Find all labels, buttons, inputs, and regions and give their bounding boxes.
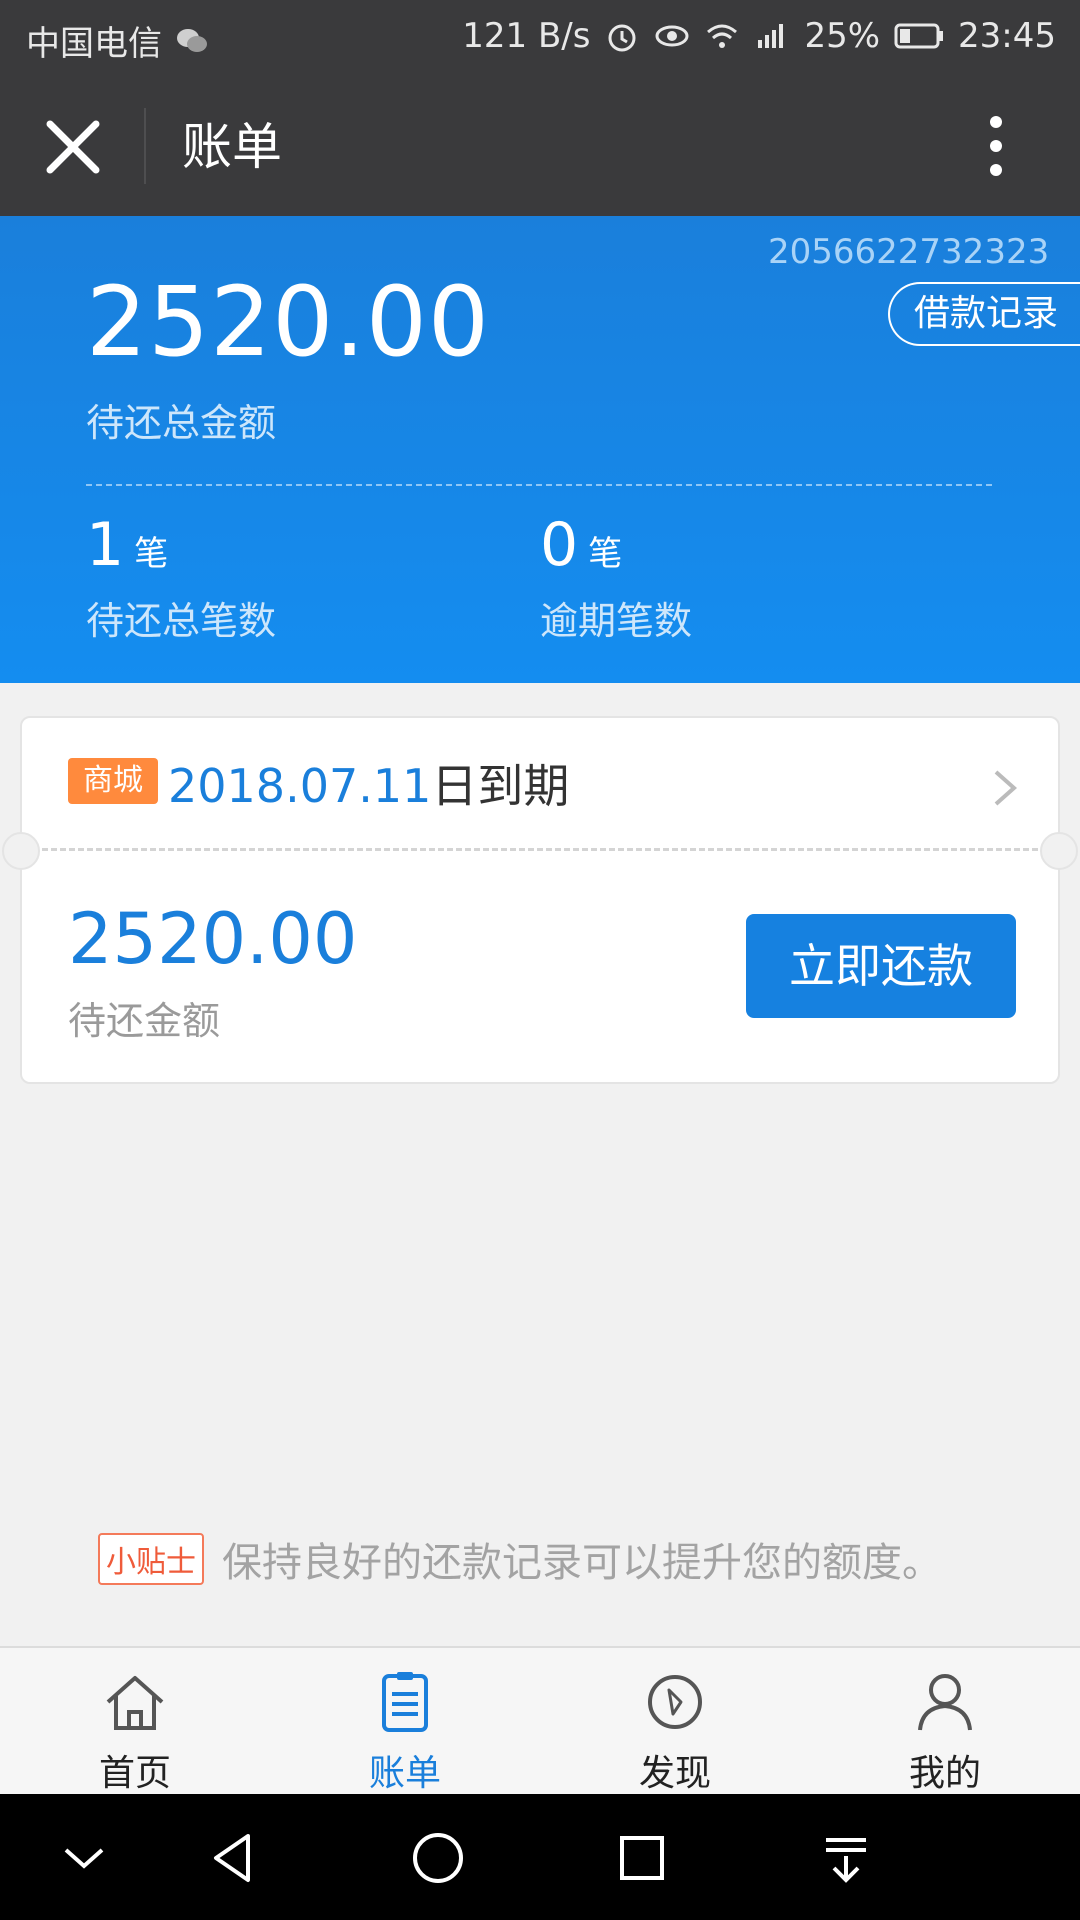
nav-item-home[interactable]: 首页 bbox=[0, 1648, 270, 1796]
back-icon[interactable] bbox=[202, 1826, 266, 1890]
nav-item-mine[interactable]: 我的 bbox=[810, 1648, 1080, 1796]
due-date-line: 2018.07.11日到期 bbox=[168, 750, 569, 816]
bill-summary: 2056622732323 借款记录 2520.00 待还总金额 1笔 待还总笔… bbox=[0, 216, 1080, 683]
title-bar: 账单 bbox=[0, 76, 1080, 216]
wechat-icon bbox=[177, 28, 207, 52]
nav-label-mine: 我的 bbox=[908, 1753, 981, 1794]
overdue-count: 0 bbox=[540, 510, 579, 580]
total-amount: 2520.00 bbox=[86, 266, 490, 378]
page-title: 账单 bbox=[182, 118, 282, 176]
nav-item-bill[interactable]: 账单 bbox=[270, 1648, 540, 1796]
card-notch-left bbox=[2, 832, 40, 870]
alarm-icon bbox=[608, 24, 636, 52]
carrier-label: 中国电信 bbox=[26, 24, 162, 64]
nav-label-bill: 账单 bbox=[368, 1753, 441, 1794]
pending-count-label: 待还总笔数 bbox=[86, 599, 277, 643]
pay-now-button[interactable]: 立即还款 bbox=[746, 914, 1016, 1018]
pending-count: 1 bbox=[86, 510, 125, 580]
bill-amount: 2520.00 bbox=[68, 898, 358, 980]
home-circle-icon[interactable] bbox=[406, 1826, 470, 1890]
tip-text: 保持良好的还款记录可以提升您的额度。 bbox=[222, 1540, 942, 1586]
home-icon bbox=[106, 1676, 164, 1730]
user-icon bbox=[918, 1674, 972, 1731]
eye-icon bbox=[655, 25, 689, 47]
card-notch-right bbox=[1040, 832, 1078, 870]
pending-count-stat: 1笔 bbox=[86, 510, 168, 580]
nav-label-home: 首页 bbox=[98, 1753, 171, 1794]
bill-card[interactable]: 商城 2018.07.11日到期 2520.00 待还金额 立即还款 bbox=[2, 716, 1078, 1084]
nav-item-discover[interactable]: 发现 bbox=[540, 1648, 810, 1796]
system-nav-bar bbox=[0, 1794, 1080, 1920]
battery-percent: 25% bbox=[804, 16, 881, 56]
compass-icon bbox=[648, 1675, 702, 1729]
notification-pull-icon[interactable] bbox=[814, 1826, 878, 1890]
bill-icon bbox=[382, 1672, 428, 1732]
bill-number: 2056622732323 bbox=[768, 232, 1050, 272]
overdue-count-stat: 0笔 bbox=[540, 510, 622, 580]
net-speed: 121 B/s bbox=[462, 16, 591, 56]
overdue-unit: 笔 bbox=[588, 534, 623, 574]
status-bar: 中国电信 121 B/s 25% 23:45 bbox=[0, 0, 1080, 76]
tip: 小贴士 保持良好的还款记录可以提升您的额度。 bbox=[98, 1530, 942, 1588]
due-date: 2018.07.11 bbox=[168, 759, 432, 813]
title-divider bbox=[144, 108, 146, 184]
pending-unit: 笔 bbox=[134, 534, 169, 574]
chevron-down-icon[interactable] bbox=[52, 1826, 116, 1890]
chevron-right-icon[interactable] bbox=[990, 768, 1020, 808]
clock: 23:45 bbox=[958, 16, 1056, 56]
mall-tag: 商城 bbox=[68, 758, 158, 804]
close-icon[interactable] bbox=[38, 112, 108, 182]
signal-icon bbox=[758, 24, 784, 48]
due-suffix: 日到期 bbox=[431, 759, 570, 813]
total-amount-label: 待还总金额 bbox=[86, 401, 277, 445]
overdue-count-label: 逾期笔数 bbox=[540, 599, 693, 643]
bottom-nav: 首页 账单 发现 我的 bbox=[0, 1646, 1080, 1796]
nav-label-discover: 发现 bbox=[638, 1753, 711, 1794]
battery-icon bbox=[894, 23, 944, 49]
tip-badge: 小贴士 bbox=[98, 1533, 204, 1585]
loan-record-button[interactable]: 借款记录 bbox=[888, 282, 1080, 346]
wifi-icon bbox=[707, 24, 738, 48]
summary-divider bbox=[86, 484, 992, 486]
recent-apps-icon[interactable] bbox=[610, 1826, 674, 1890]
bill-amount-label: 待还金额 bbox=[68, 999, 221, 1043]
more-options-icon[interactable] bbox=[966, 106, 1026, 186]
card-divider bbox=[42, 848, 1038, 851]
